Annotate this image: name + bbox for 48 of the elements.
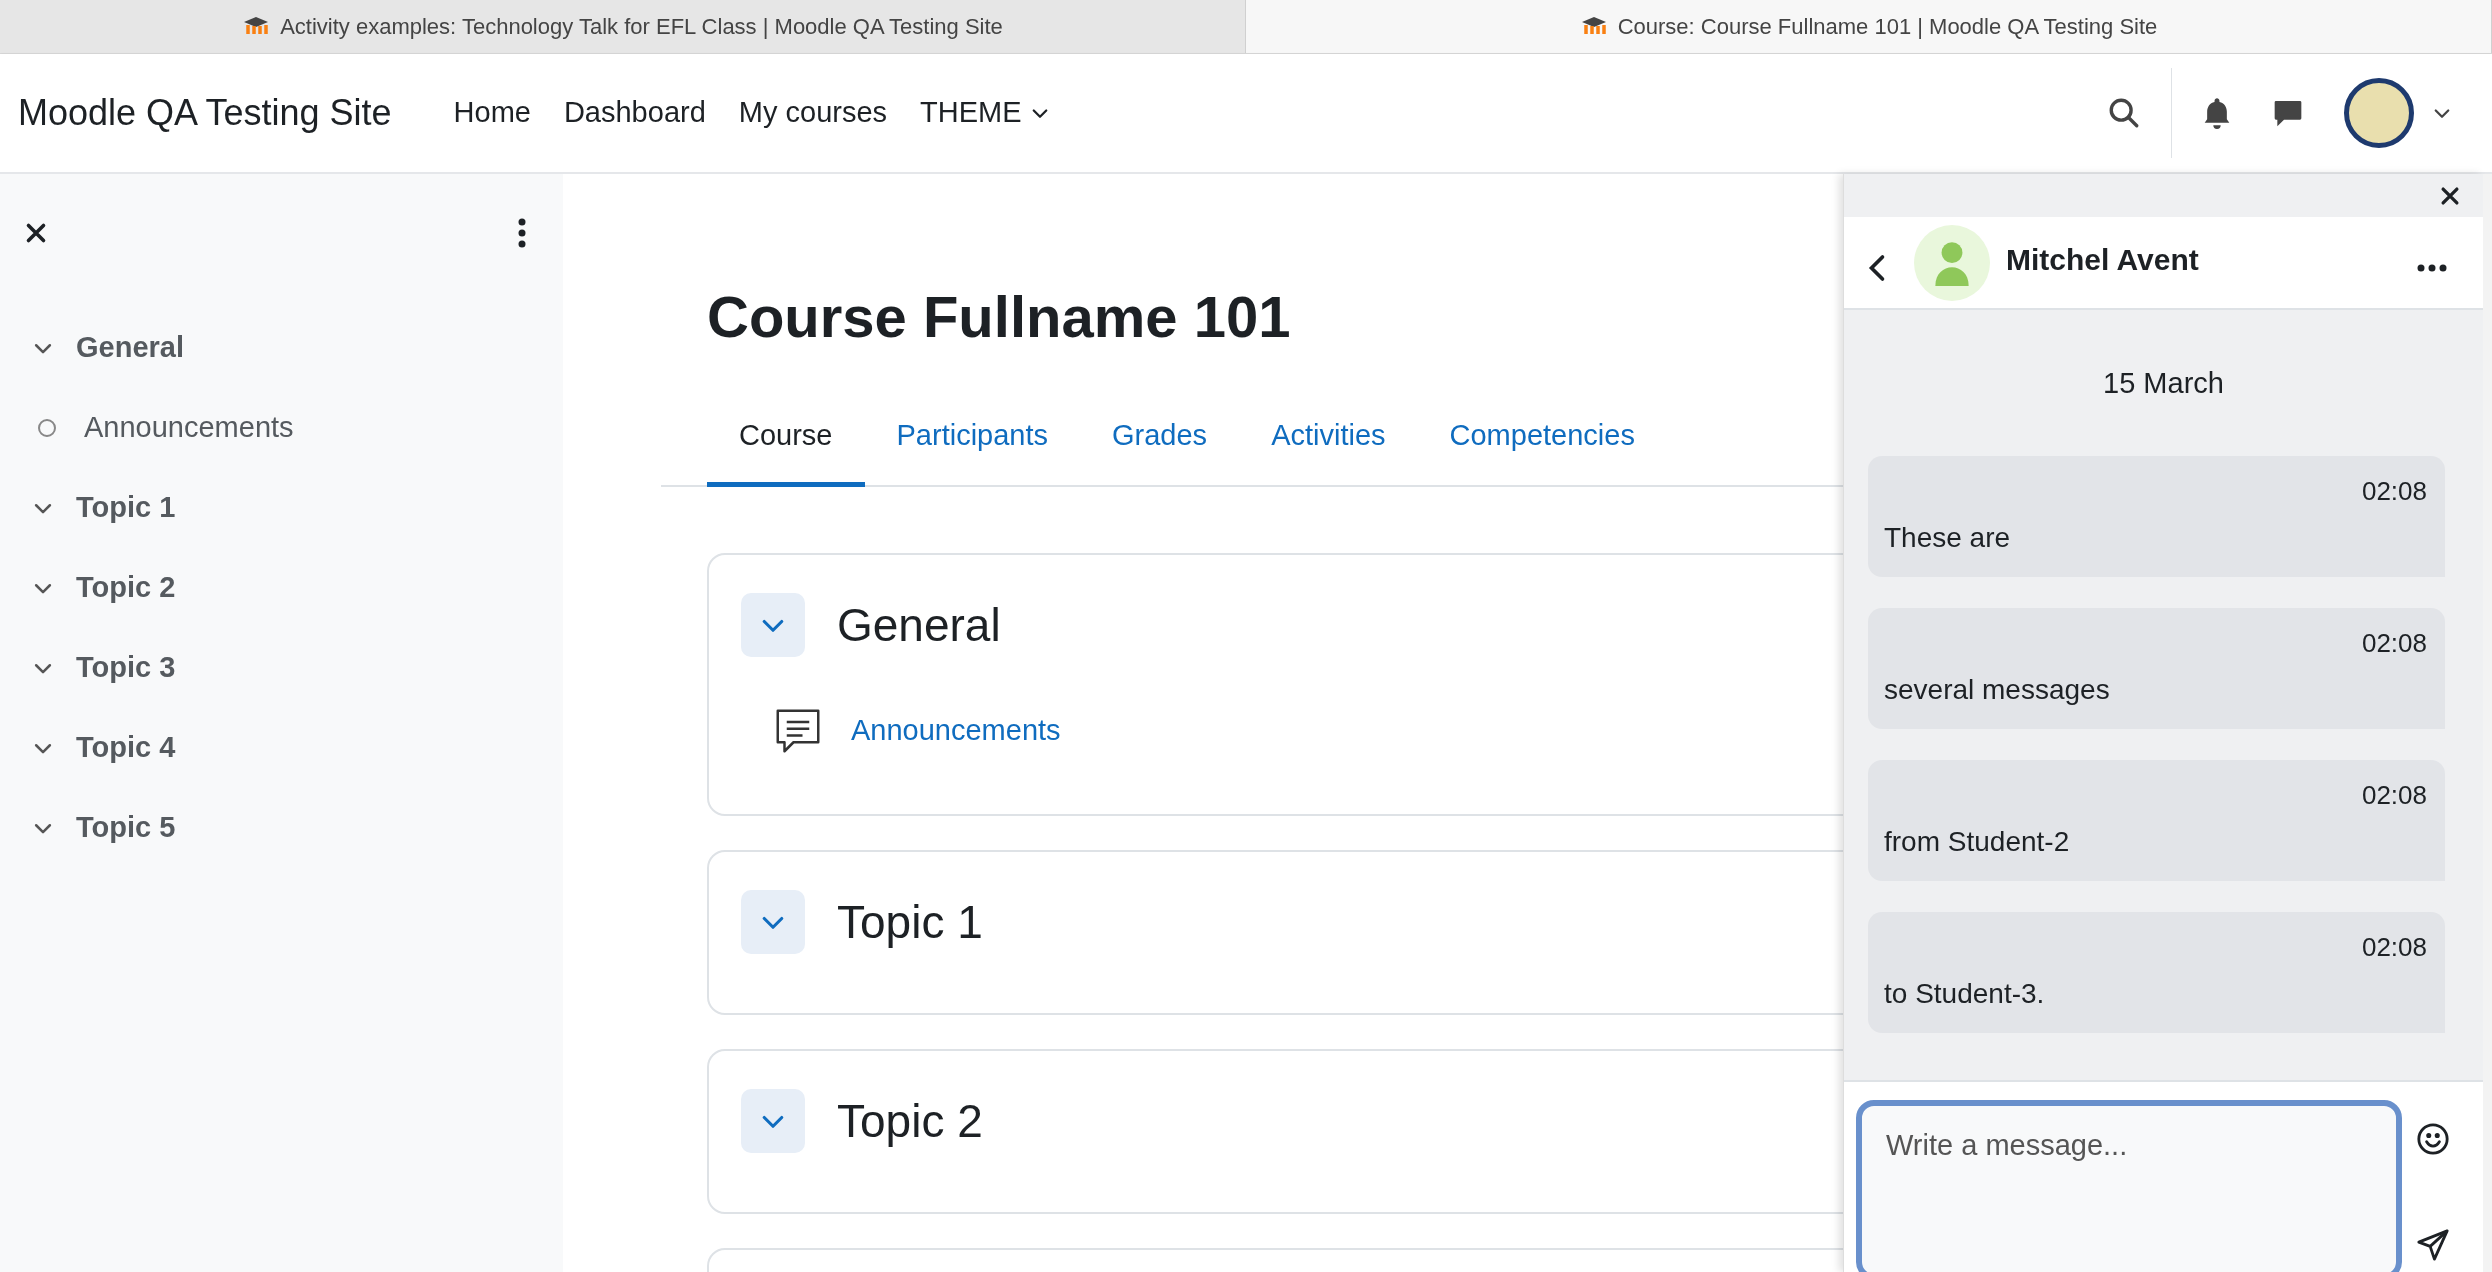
course-tab[interactable]: Course (707, 408, 865, 487)
section-title: Topic 1 (837, 894, 983, 950)
course-tab[interactable]: Activities (1239, 408, 1418, 487)
more-options-icon[interactable] (2417, 263, 2447, 273)
message-input[interactable]: Write a message... (1856, 1100, 2402, 1272)
nav-dropdown[interactable]: THEME (920, 91, 1050, 135)
message-text: from Student-2 (1884, 824, 2071, 859)
message-time: 02:08 (2361, 474, 2427, 508)
section-title: Topic 2 (837, 1093, 983, 1149)
message-time: 02:08 (2361, 778, 2427, 812)
browser-tab[interactable]: Course: Course Fullname 101 | Moodle QA Testing Site (1246, 0, 2492, 53)
course-index-section[interactable]: Topic 1 (76, 486, 176, 530)
message-text: several messages (1884, 672, 2111, 707)
nav-link[interactable]: Dashboard (563, 91, 706, 135)
smiley-icon[interactable] (2415, 1122, 2450, 1156)
message-time: 02:08 (2361, 930, 2427, 964)
section-toggle[interactable] (741, 593, 805, 657)
tab-title: Course: Course Fullname 101 | Moodle QA Testing Site (1617, 13, 2158, 41)
section-toggle[interactable] (741, 1089, 805, 1153)
search-icon[interactable] (2107, 96, 2141, 130)
message-text: These are (1884, 520, 2012, 555)
nav-link[interactable]: My courses (738, 91, 888, 135)
contact-name: Mitchel Avent (2006, 242, 2199, 278)
message-text: to Student-3. (1884, 976, 2046, 1011)
message-time: 02:08 (2361, 626, 2427, 660)
tab-title: Activity examples: Technology Talk for EFL Class | Moodle QA Testing Site (280, 13, 1003, 41)
bell-icon[interactable] (2202, 97, 2232, 129)
course-tab[interactable]: Competencies (1417, 408, 1667, 487)
close-icon[interactable] (24, 221, 48, 245)
course-tab[interactable]: Participants (864, 408, 1080, 487)
message-date: 15 March (2103, 366, 2224, 401)
section-title: General (837, 597, 1001, 653)
close-icon[interactable] (2439, 184, 2461, 207)
send-icon[interactable] (2415, 1228, 2450, 1262)
section-toggle[interactable] (741, 890, 805, 954)
browser-tab[interactable]: Activity examples: Technology Talk for EFL Class | Moodle QA Testing Site (0, 0, 1246, 53)
course-index-section[interactable]: Topic 2 (76, 566, 176, 610)
course-title: Course Fullname 101 (707, 288, 1292, 346)
course-tab[interactable]: Grades (1080, 408, 1240, 487)
course-index-section[interactable]: General (76, 326, 184, 370)
activity-link[interactable]: Announcements (851, 708, 1061, 753)
course-index-section[interactable]: Topic 3 (76, 646, 176, 690)
more-options-icon[interactable] (517, 218, 527, 248)
course-index-section[interactable]: Topic 5 (76, 806, 176, 850)
nav-link[interactable]: Home (453, 91, 531, 135)
course-index-section[interactable]: Topic 4 (76, 726, 176, 770)
course-index-activity[interactable]: Announcements (84, 406, 294, 450)
site-name[interactable]: Moodle QA Testing Site (18, 86, 392, 140)
